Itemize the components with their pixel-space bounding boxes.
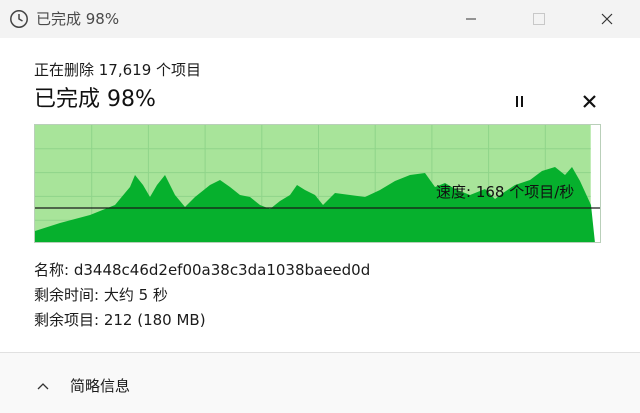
chevron-up-icon bbox=[37, 383, 49, 390]
item-name-row: 名称: d3448c46d2ef00a38c3da1038baeed0d bbox=[34, 259, 370, 281]
maximize-button[interactable] bbox=[516, 0, 562, 38]
operation-status: 正在删除 17,619 个项目 bbox=[34, 61, 202, 79]
cancel-icon bbox=[583, 95, 596, 108]
close-window-button[interactable] bbox=[584, 0, 630, 38]
speed-graph: 速度: 168 个项目/秒 bbox=[34, 124, 601, 243]
maximize-icon bbox=[533, 13, 545, 25]
clock-icon bbox=[9, 9, 29, 29]
close-icon bbox=[601, 13, 613, 25]
time-remaining-row: 剩余时间: 大约 5 秒 bbox=[34, 284, 168, 306]
time-remaining-label: 剩余时间: bbox=[34, 286, 100, 304]
minimize-icon bbox=[466, 18, 476, 20]
speed-label: 速度: 168 个项目/秒 bbox=[436, 183, 575, 201]
window-title: 已完成 98% bbox=[36, 10, 120, 28]
items-remaining-row: 剩余项目: 212 (180 MB) bbox=[34, 309, 206, 331]
progress-heading: 已完成 98% bbox=[34, 87, 156, 112]
cancel-operation-button[interactable] bbox=[576, 90, 604, 114]
less-details-label: 简略信息 bbox=[70, 377, 131, 395]
items-remaining-label: 剩余项目: bbox=[34, 311, 100, 329]
pause-button[interactable] bbox=[505, 90, 533, 114]
pause-icon bbox=[516, 96, 523, 107]
item-name-label: 名称: bbox=[34, 261, 70, 279]
minimize-button[interactable] bbox=[448, 0, 494, 38]
items-remaining-value: 212 (180 MB) bbox=[103, 311, 206, 329]
time-remaining-value: 大约 5 秒 bbox=[103, 286, 168, 304]
title-bar: 已完成 98% bbox=[0, 0, 640, 38]
item-name-value: d3448c46d2ef00a38c3da1038baeed0d bbox=[73, 261, 371, 279]
